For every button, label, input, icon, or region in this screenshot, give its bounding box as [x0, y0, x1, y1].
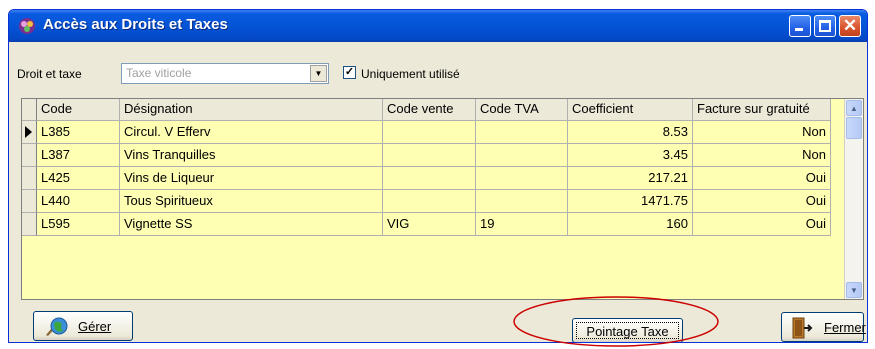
- cell-code-tva[interactable]: [476, 121, 568, 144]
- chevron-down-icon[interactable]: ▼: [310, 65, 327, 82]
- row-indicator: [22, 121, 37, 144]
- cell-code[interactable]: L425: [37, 167, 120, 190]
- title-bar[interactable]: Accès aux Droits et Taxes ✕: [9, 10, 867, 42]
- window: Accès aux Droits et Taxes ✕ Droit et tax…: [8, 9, 868, 343]
- scroll-up-icon[interactable]: ▲: [846, 100, 862, 116]
- column-header-code[interactable]: Code: [37, 99, 120, 121]
- row-indicator: [22, 167, 37, 190]
- close-icon: ✕: [842, 16, 858, 35]
- cell-designation[interactable]: Circul. V Efferv: [120, 121, 383, 144]
- cell-coefficient[interactable]: 160: [568, 213, 693, 236]
- cell-code-tva[interactable]: [476, 190, 568, 213]
- pointage-taxe-button[interactable]: Pointage Taxe: [572, 318, 683, 342]
- cell-coefficient[interactable]: 3.45: [568, 144, 693, 167]
- table-row[interactable]: L425 Vins de Liqueur 217.21 Oui: [22, 167, 831, 190]
- maximize-button[interactable]: [814, 15, 836, 37]
- app-icon: [19, 18, 35, 34]
- droit-et-taxe-select[interactable]: Taxe viticole ▼: [121, 63, 329, 84]
- column-header-facture[interactable]: Facture sur gratuité: [693, 99, 831, 121]
- fermer-button[interactable]: Fermer: [781, 312, 866, 342]
- cell-code-tva[interactable]: [476, 144, 568, 167]
- cell-code-vente[interactable]: [383, 121, 476, 144]
- cell-code[interactable]: L595: [37, 213, 120, 236]
- fermer-label: Fermer: [824, 320, 866, 335]
- cell-facture[interactable]: Oui: [693, 213, 831, 236]
- cell-code-vente[interactable]: [383, 144, 476, 167]
- scroll-down-icon[interactable]: ▼: [846, 282, 862, 298]
- cell-code-tva[interactable]: 19: [476, 213, 568, 236]
- cell-facture[interactable]: Oui: [693, 167, 831, 190]
- gerer-label: Gérer: [78, 319, 112, 334]
- cell-code-vente[interactable]: [383, 167, 476, 190]
- row-indicator: [22, 144, 37, 167]
- cell-facture[interactable]: Oui: [693, 190, 831, 213]
- column-header-code-tva[interactable]: Code TVA: [476, 99, 568, 121]
- taxes-grid[interactable]: Code Désignation Code vente Code TVA Coe…: [21, 98, 864, 300]
- gerer-button[interactable]: Gérer: [33, 311, 133, 341]
- globe-manage-icon: [46, 317, 68, 336]
- cell-designation[interactable]: Vins de Liqueur: [120, 167, 383, 190]
- table-row[interactable]: L595 Vignette SS VIG 19 160 Oui: [22, 213, 831, 236]
- current-row-pointer-icon: [25, 126, 32, 138]
- uniquement-utilise-checkbox[interactable]: ✓: [343, 66, 356, 79]
- table-row[interactable]: L387 Vins Tranquilles 3.45 Non: [22, 144, 831, 167]
- cell-coefficient[interactable]: 8.53: [568, 121, 693, 144]
- window-title: Accès aux Droits et Taxes: [43, 16, 228, 33]
- row-indicator: [22, 213, 37, 236]
- grid-body: Code Désignation Code vente Code TVA Coe…: [22, 99, 846, 299]
- cell-code-vente[interactable]: VIG: [383, 213, 476, 236]
- cell-coefficient[interactable]: 1471.75: [568, 190, 693, 213]
- cell-code[interactable]: L385: [37, 121, 120, 144]
- cell-facture[interactable]: Non: [693, 121, 831, 144]
- uniquement-utilise-label[interactable]: Uniquement utilisé: [361, 67, 460, 81]
- column-header-designation[interactable]: Désignation: [120, 99, 383, 121]
- maximize-icon: [819, 20, 831, 32]
- cell-designation[interactable]: Vignette SS: [120, 213, 383, 236]
- cell-facture[interactable]: Non: [693, 144, 831, 167]
- table-row[interactable]: L440 Tous Spiritueux 1471.75 Oui: [22, 190, 831, 213]
- column-header-coefficient[interactable]: Coefficient: [568, 99, 693, 121]
- droit-et-taxe-value: Taxe viticole: [126, 66, 192, 80]
- close-button[interactable]: ✕: [839, 15, 861, 37]
- scroll-thumb[interactable]: [846, 117, 862, 139]
- cell-code[interactable]: L387: [37, 144, 120, 167]
- cell-code-tva[interactable]: [476, 167, 568, 190]
- cell-designation[interactable]: Tous Spiritueux: [120, 190, 383, 213]
- exit-door-icon: [792, 317, 813, 339]
- droit-et-taxe-label: Droit et taxe: [17, 67, 82, 81]
- cell-code-vente[interactable]: [383, 190, 476, 213]
- row-indicator-header: [22, 99, 37, 121]
- minimize-button[interactable]: [789, 15, 811, 37]
- minimize-icon: [795, 28, 803, 31]
- column-header-code-vente[interactable]: Code vente: [383, 99, 476, 121]
- cell-code[interactable]: L440: [37, 190, 120, 213]
- cell-coefficient[interactable]: 217.21: [568, 167, 693, 190]
- row-indicator: [22, 190, 37, 213]
- cell-designation[interactable]: Vins Tranquilles: [120, 144, 383, 167]
- pointage-taxe-label: Pointage Taxe: [586, 324, 669, 339]
- table-row[interactable]: L385 Circul. V Efferv 8.53 Non: [22, 121, 831, 144]
- vertical-scrollbar[interactable]: ▲ ▼: [844, 99, 863, 299]
- grid-header: Code Désignation Code vente Code TVA Coe…: [22, 99, 831, 121]
